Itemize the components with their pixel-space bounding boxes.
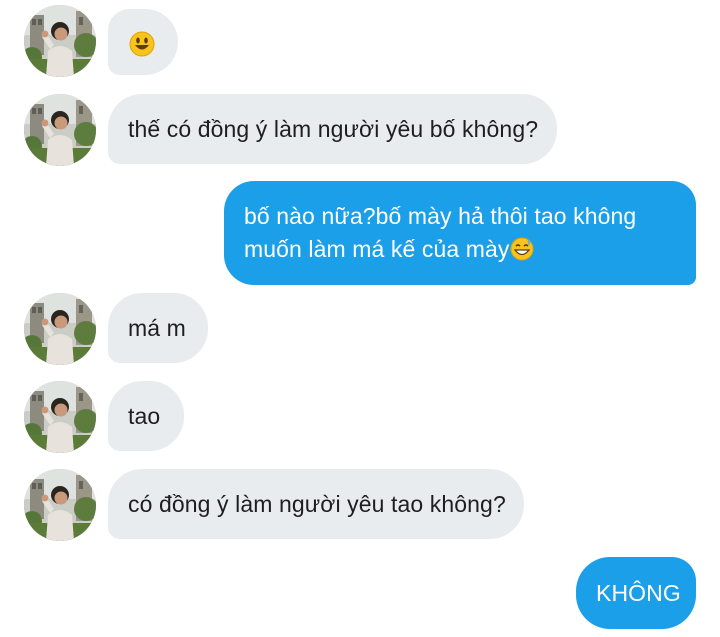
message-row-5: tao (0, 381, 720, 453)
message-row-1 (0, 5, 720, 77)
message-row-2: thế có đồng ý làm người yêu bố không? (0, 94, 720, 166)
smiley-face-emoji (129, 31, 155, 66)
incoming-message-bubble[interactable] (108, 9, 178, 75)
message-text: má m (128, 315, 186, 341)
message-row-4: má m (0, 293, 720, 365)
message-text-line-2: muốn làm má kế của mày (244, 233, 696, 266)
message-text: thế có đồng ý làm người yêu bố không? (128, 116, 539, 142)
contact-avatar[interactable] (24, 5, 96, 77)
message-text: KHÔNG (596, 580, 681, 606)
message-text: có đồng ý làm người yêu tao không? (128, 491, 506, 517)
message-row-6: có đồng ý làm người yêu tao không? (0, 469, 720, 541)
contact-avatar[interactable] (24, 469, 96, 541)
contact-avatar[interactable] (24, 381, 96, 453)
incoming-message-bubble[interactable]: tao (108, 381, 184, 451)
message-text-line-1: bố nào nữa?bố mày hả thôi tao không (244, 203, 637, 229)
message-text: tao (128, 403, 161, 429)
message-text: muốn làm má kế của mày (244, 236, 510, 262)
grinning-sweat-emoji (510, 237, 534, 261)
outgoing-message-bubble[interactable]: bố nào nữa?bố mày hả thôi tao không muốn… (224, 181, 696, 285)
message-row-3: bố nào nữa?bố mày hả thôi tao không muốn… (0, 181, 720, 285)
incoming-message-bubble[interactable]: má m (108, 293, 208, 363)
incoming-message-bubble[interactable]: thế có đồng ý làm người yêu bố không? (108, 94, 557, 164)
contact-avatar[interactable] (24, 94, 96, 166)
incoming-message-bubble[interactable]: có đồng ý làm người yêu tao không? (108, 469, 524, 539)
outgoing-message-bubble[interactable]: KHÔNG (576, 557, 696, 629)
message-row-7: KHÔNG (0, 557, 720, 629)
contact-avatar[interactable] (24, 293, 96, 365)
